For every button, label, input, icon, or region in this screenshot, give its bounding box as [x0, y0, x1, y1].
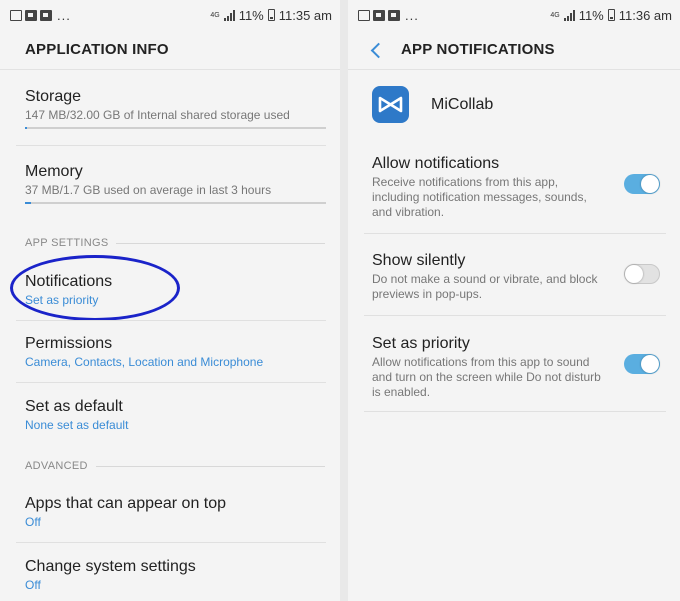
battery-percent: 11% [238, 7, 264, 23]
divider [16, 145, 326, 146]
memory-usage-fill [25, 202, 32, 204]
app-bar: APPLICATION INFO [0, 30, 340, 70]
set-as-priority-item[interactable]: Set as priority Allow notifications from… [372, 334, 602, 400]
battery-icon [607, 9, 615, 21]
more-notifications-indicator: ... [57, 7, 71, 23]
toggle-knob [641, 355, 659, 373]
app-notifications-screen: ... 4G 11% 11:36 am APP NOTIFICATIONS Mi… [348, 0, 680, 601]
micollab-app-icon [372, 86, 409, 123]
advanced-section: ADVANCED [25, 460, 325, 472]
app-notification-icon [40, 9, 52, 21]
battery-icon [267, 9, 275, 21]
app-bar: APP NOTIFICATIONS [348, 30, 680, 70]
app-name: MiCollab [431, 95, 494, 113]
appear-on-top-item[interactable]: Apps that can appear on top Off [25, 494, 325, 530]
show-silently-item[interactable]: Show silently Do not make a sound or vib… [372, 251, 602, 302]
allow-notifications-description: Receive notifications from this app, inc… [372, 175, 587, 219]
storage-item[interactable]: Storage 147 MB/32.00 GB of Internal shar… [25, 87, 325, 123]
set-as-default-item[interactable]: Set as default None set as default [25, 397, 325, 433]
network-type-icon: 4G [210, 11, 220, 19]
show-silently-toggle[interactable] [624, 264, 660, 284]
set-as-priority-title: Set as priority [372, 335, 470, 352]
allow-notifications-item[interactable]: Allow notifications Receive notification… [372, 154, 602, 220]
page-title: APP NOTIFICATIONS [401, 41, 555, 58]
permissions-item[interactable]: Permissions Camera, Contacts, Location a… [25, 334, 325, 370]
toggle-knob [625, 265, 643, 283]
app-settings-section: APP SETTINGS [25, 237, 325, 249]
status-bar: ... 4G 11% 11:35 am [0, 0, 340, 30]
more-notifications-indicator: ... [405, 7, 419, 23]
divider [364, 411, 666, 412]
storage-title: Storage [25, 88, 82, 105]
show-silently-title: Show silently [372, 252, 466, 269]
application-info-screen: ... 4G 11% 11:35 am APPLICATION INFO Sto… [0, 0, 340, 601]
allow-notifications-title: Allow notifications [372, 155, 500, 172]
network-type-icon: 4G [550, 11, 560, 19]
divider [364, 315, 666, 316]
divider [364, 233, 666, 234]
toggle-knob [641, 175, 659, 193]
set-as-default-title: Set as default [25, 398, 123, 415]
memory-subtitle: 37 MB/1.7 GB used on average in last 3 h… [25, 183, 272, 197]
permissions-title: Permissions [25, 335, 113, 352]
highlight-circle-annotation [10, 255, 180, 321]
change-system-settings-title: Change system settings [25, 558, 196, 575]
app-notification-icon [373, 9, 385, 21]
set-as-priority-description: Allow notifications from this app to sou… [372, 355, 601, 399]
app-notification-icon [388, 9, 400, 21]
change-system-settings-subtitle: Off [25, 578, 41, 592]
status-bar: ... 4G 11% 11:36 am [348, 0, 680, 30]
storage-usage-bar [25, 127, 326, 129]
show-silently-description: Do not make a sound or vibrate, and bloc… [372, 272, 598, 301]
divider [16, 320, 326, 321]
section-header: APP SETTINGS [25, 237, 109, 249]
section-header: ADVANCED [25, 460, 88, 472]
memory-title: Memory [25, 163, 83, 180]
memory-usage-bar [25, 202, 326, 204]
memory-item[interactable]: Memory 37 MB/1.7 GB used on average in l… [25, 162, 325, 198]
signal-icon [223, 9, 235, 21]
storage-subtitle: 147 MB/32.00 GB of Internal shared stora… [25, 108, 290, 122]
divider [16, 382, 326, 383]
page-title: APPLICATION INFO [25, 41, 169, 58]
change-system-settings-item[interactable]: Change system settings Off [25, 557, 325, 593]
appear-on-top-title: Apps that can appear on top [25, 495, 227, 512]
back-arrow-icon[interactable] [370, 40, 384, 60]
storage-usage-fill [25, 127, 27, 129]
set-as-priority-toggle[interactable] [624, 354, 660, 374]
app-header: MiCollab [372, 86, 493, 123]
image-notification-icon [358, 9, 370, 21]
battery-percent: 11% [578, 7, 604, 23]
signal-icon [563, 9, 575, 21]
clock: 11:35 am [278, 7, 332, 23]
allow-notifications-toggle[interactable] [624, 174, 660, 194]
appear-on-top-subtitle: Off [25, 515, 41, 529]
app-notification-icon [25, 9, 37, 21]
image-notification-icon [10, 9, 22, 21]
permissions-subtitle: Camera, Contacts, Location and Microphon… [25, 355, 264, 369]
divider [16, 542, 326, 543]
set-as-default-subtitle: None set as default [25, 418, 129, 432]
clock: 11:36 am [618, 7, 672, 23]
